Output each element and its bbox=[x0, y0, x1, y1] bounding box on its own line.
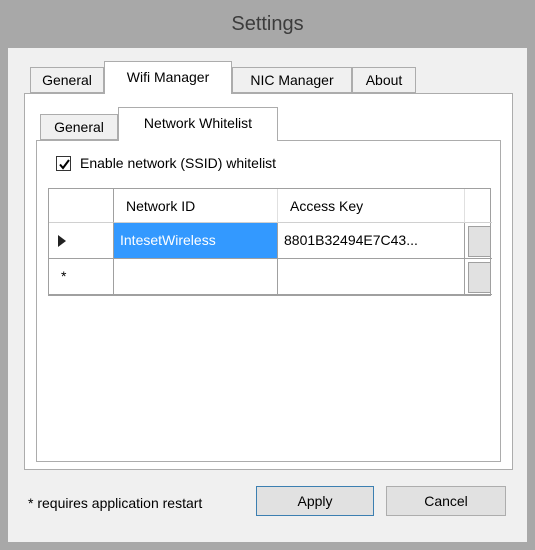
cell-button-container bbox=[465, 223, 492, 259]
cell-access-key[interactable]: 8801B32494E7C43... bbox=[278, 223, 465, 259]
window-title: Settings bbox=[231, 13, 304, 35]
cell-network-id[interactable]: IntesetWireless bbox=[114, 223, 278, 259]
cell-new-network-id[interactable] bbox=[114, 259, 278, 295]
cell-new-access-key[interactable] bbox=[278, 259, 465, 295]
whitelist-checkbox-label: Enable network (SSID) whitelist bbox=[80, 155, 277, 171]
row-button[interactable] bbox=[468, 226, 491, 257]
apply-button[interactable]: Apply bbox=[256, 486, 374, 516]
cancel-button[interactable]: Cancel bbox=[386, 486, 506, 516]
whitelist-checkbox[interactable] bbox=[56, 155, 71, 171]
subtab-general[interactable]: General bbox=[40, 114, 118, 140]
whitelist-checkbox-row[interactable]: Enable network (SSID) whitelist bbox=[56, 153, 276, 173]
row-header-new[interactable]: * bbox=[49, 259, 114, 295]
grid-corner-header bbox=[49, 189, 114, 223]
current-row-arrow-icon bbox=[58, 235, 66, 247]
column-header-access-key[interactable]: Access Key bbox=[278, 189, 465, 223]
tab-about[interactable]: About bbox=[352, 67, 416, 93]
settings-window: Settings General Wifi Manager NIC Manage… bbox=[0, 0, 535, 550]
cell-button-container-new bbox=[465, 259, 492, 295]
subtab-network-whitelist[interactable]: Network Whitelist bbox=[118, 107, 278, 141]
checkmark-icon bbox=[59, 158, 70, 170]
row-button-new[interactable] bbox=[468, 262, 491, 293]
new-row-marker: * bbox=[61, 268, 67, 284]
tab-general[interactable]: General bbox=[30, 67, 104, 93]
column-header-network-id[interactable]: Network ID bbox=[114, 189, 278, 223]
row-header-current[interactable] bbox=[49, 223, 114, 259]
whitelist-grid[interactable]: Network ID Access Key IntesetWireless 88… bbox=[48, 188, 492, 296]
tab-wifi-manager[interactable]: Wifi Manager bbox=[104, 61, 232, 94]
column-header-extra bbox=[465, 189, 492, 223]
tab-nic-manager[interactable]: NIC Manager bbox=[232, 67, 352, 93]
restart-note: * requires application restart bbox=[28, 495, 203, 511]
